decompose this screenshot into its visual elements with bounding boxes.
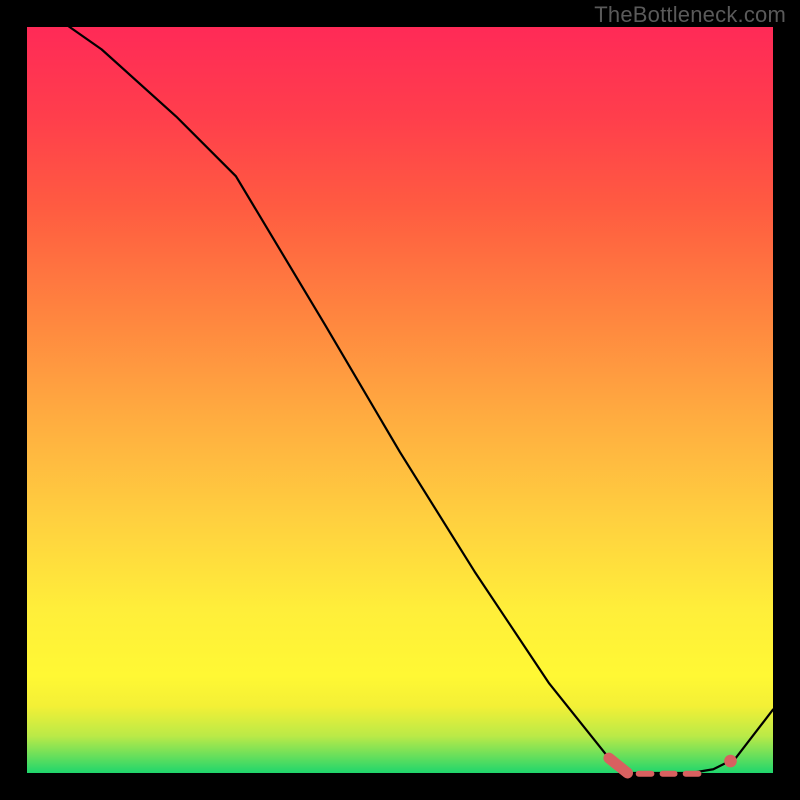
- valley-highlight-cap: [609, 758, 628, 773]
- watermark-text: TheBottleneck.com: [594, 2, 786, 28]
- valley-highlight-dot: [724, 755, 737, 768]
- chart-svg: [27, 27, 773, 773]
- bottleneck-curve: [27, 0, 773, 773]
